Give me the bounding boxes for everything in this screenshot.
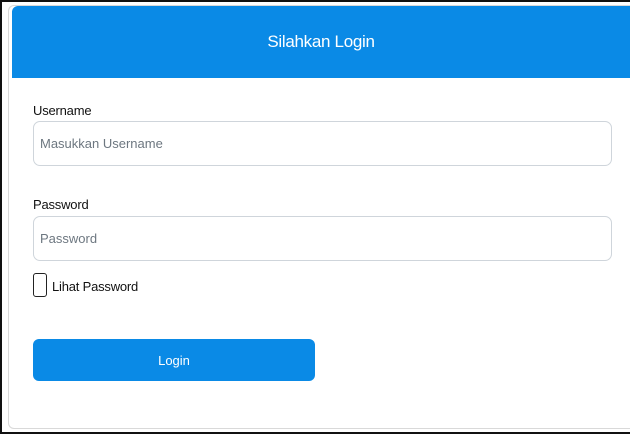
- card-header: Silahkan Login: [12, 6, 630, 78]
- password-input[interactable]: [33, 216, 612, 261]
- password-label: Password: [33, 197, 89, 212]
- username-label: Username: [33, 103, 92, 118]
- login-button[interactable]: Login: [33, 339, 315, 381]
- page-title: Silahkan Login: [267, 32, 375, 51]
- show-password-label[interactable]: Lihat Password: [52, 279, 138, 294]
- username-input[interactable]: [33, 121, 612, 166]
- show-password-checkbox[interactable]: [33, 273, 47, 297]
